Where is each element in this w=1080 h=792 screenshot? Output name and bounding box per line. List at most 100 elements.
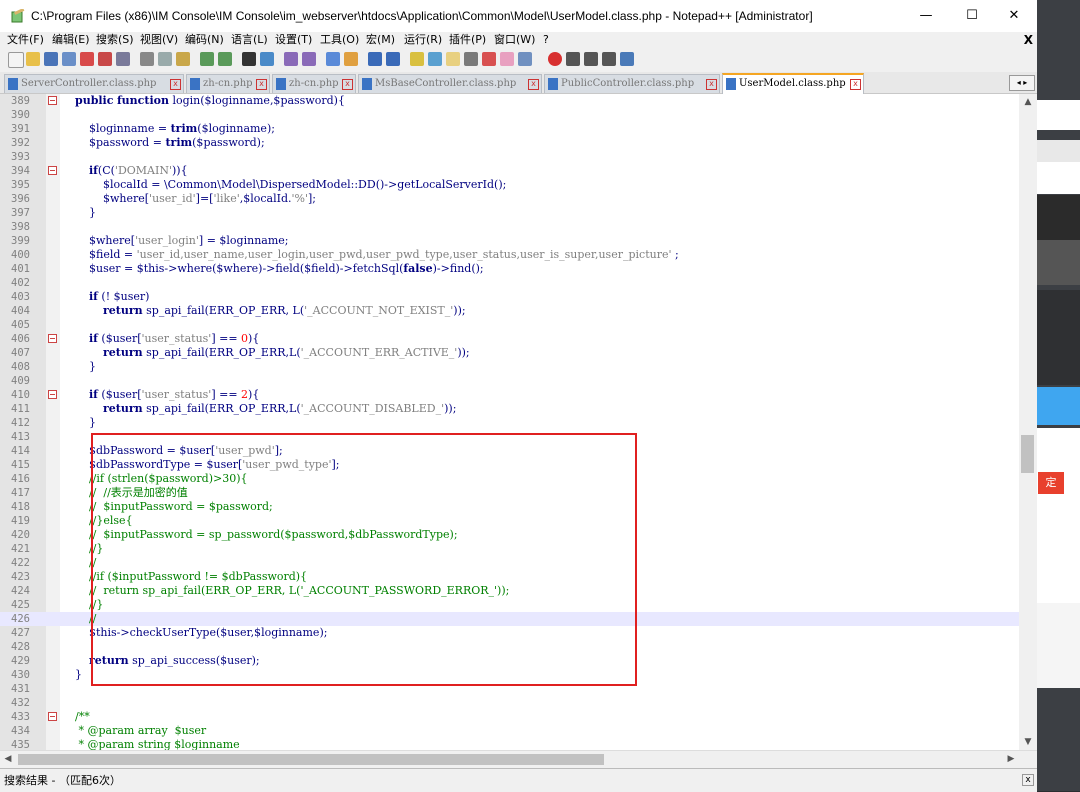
print-icon[interactable] xyxy=(116,52,130,66)
preview-icon[interactable] xyxy=(518,52,532,66)
close-file-icon[interactable] xyxy=(80,52,94,66)
code-line[interactable]: 434 * @param array $user xyxy=(0,724,1019,738)
code-line[interactable]: 420 // $inputPassword = sp_password($pas… xyxy=(0,528,1019,542)
monitoring-icon[interactable] xyxy=(500,52,514,66)
fold-toggle-icon[interactable] xyxy=(48,390,57,399)
menu-plugins[interactable]: 插件(P) xyxy=(449,32,486,48)
code-line[interactable]: 431 xyxy=(0,682,1019,696)
tab-scroll-arrows[interactable]: ◂ ▸ xyxy=(1009,75,1035,91)
tab-close-icon[interactable]: x xyxy=(170,79,181,90)
code-line[interactable]: 407 return sp_api_fail(ERR_OP_ERR,L('_AC… xyxy=(0,346,1019,360)
code-line[interactable]: 430 } xyxy=(0,668,1019,682)
minimize-button[interactable]: — xyxy=(903,0,949,32)
zoom-out-icon[interactable] xyxy=(302,52,316,66)
zoom-in-icon[interactable] xyxy=(284,52,298,66)
code-line[interactable]: 404 return sp_api_fail(ERR_OP_ERR, L('_A… xyxy=(0,304,1019,318)
menu-tools[interactable]: 工具(O) xyxy=(320,32,359,48)
save-icon[interactable] xyxy=(44,52,58,66)
horizontal-scrollbar[interactable]: ◀ ▶ xyxy=(0,750,1037,768)
menu-language[interactable]: 语言(L) xyxy=(231,32,268,48)
scroll-right-icon[interactable]: ▶ xyxy=(1003,751,1019,768)
scroll-up-icon[interactable]: ▲ xyxy=(1019,94,1037,110)
code-line[interactable]: 427 $this->checkUserType($user,$loginnam… xyxy=(0,626,1019,640)
menu-run[interactable]: 运行(R) xyxy=(404,32,442,48)
stop-macro-icon[interactable] xyxy=(566,52,580,66)
fold-toggle-icon[interactable] xyxy=(48,712,57,721)
code-line[interactable]: 417 // //表示是加密的值 xyxy=(0,486,1019,500)
sync-horizontal-icon[interactable] xyxy=(344,52,358,66)
fold-toggle-icon[interactable] xyxy=(48,166,57,175)
tab-zh-cn-2[interactable]: zh-cn.php x xyxy=(272,74,356,93)
indent-guide-icon[interactable] xyxy=(410,52,424,66)
code-line[interactable]: 422 // xyxy=(0,556,1019,570)
undo-icon[interactable] xyxy=(200,52,214,66)
menu-edit[interactable]: 编辑(E) xyxy=(52,32,90,48)
doc-map-icon[interactable] xyxy=(446,52,460,66)
code-line[interactable]: 401 $user = $this->where($where)->field(… xyxy=(0,262,1019,276)
code-line[interactable]: 397 } xyxy=(0,206,1019,220)
menu-view[interactable]: 视图(V) xyxy=(140,32,178,48)
code-line[interactable]: 413 xyxy=(0,430,1019,444)
new-file-icon[interactable] xyxy=(8,52,24,68)
code-line[interactable]: 425 //} xyxy=(0,598,1019,612)
tab-close-icon[interactable]: x xyxy=(528,79,539,90)
copy-icon[interactable] xyxy=(158,52,172,66)
paste-icon[interactable] xyxy=(176,52,190,66)
menu-help[interactable]: ? xyxy=(543,32,549,48)
language-icon[interactable] xyxy=(428,52,442,66)
horizontal-scroll-thumb[interactable] xyxy=(18,754,604,765)
menu-window[interactable]: 窗口(W) xyxy=(494,32,535,48)
cut-icon[interactable] xyxy=(140,52,154,66)
code-line[interactable]: 421 //} xyxy=(0,542,1019,556)
code-line[interactable]: 400 $field = 'user_id,user_name,user_log… xyxy=(0,248,1019,262)
open-file-icon[interactable] xyxy=(26,52,40,66)
code-line[interactable]: 424 // return sp_api_fail(ERR_OP_ERR, L(… xyxy=(0,584,1019,598)
code-line[interactable]: 410 if ($user['user_status'] == 2){ xyxy=(0,388,1019,402)
code-line[interactable]: 399 $where['user_login'] = $loginname; xyxy=(0,234,1019,248)
scroll-down-icon[interactable]: ▼ xyxy=(1019,734,1037,750)
tab-close-icon[interactable]: x xyxy=(342,79,353,90)
code-line[interactable]: 391 $loginname = trim($loginname); xyxy=(0,122,1019,136)
tab-usermodel[interactable]: UserModel.class.php x xyxy=(722,73,864,94)
code-line[interactable]: 408 } xyxy=(0,360,1019,374)
maximize-button[interactable]: ☐ xyxy=(949,0,995,32)
code-line[interactable]: 396 $where['user_id']=['like',$localId.'… xyxy=(0,192,1019,206)
code-line[interactable]: 392 $password = trim($password); xyxy=(0,136,1019,150)
save-macro-icon[interactable] xyxy=(620,52,634,66)
code-line[interactable]: 415 $dbPasswordType = $user['user_pwd_ty… xyxy=(0,458,1019,472)
redo-icon[interactable] xyxy=(218,52,232,66)
vertical-scrollbar[interactable]: ▲ ▼ xyxy=(1019,94,1037,750)
code-line[interactable]: 414 $dbPassword = $user['user_pwd']; xyxy=(0,444,1019,458)
code-line[interactable]: 433 /** xyxy=(0,710,1019,724)
code-line[interactable]: 406 if ($user['user_status'] == 0){ xyxy=(0,332,1019,346)
search-results-close-icon[interactable]: x xyxy=(1022,774,1034,786)
code-line[interactable]: 412 } xyxy=(0,416,1019,430)
menu-file[interactable]: 文件(F) xyxy=(7,32,44,48)
sync-scroll-icon[interactable] xyxy=(326,52,340,66)
code-line[interactable]: 423 //if ($inputPassword != $dbPassword)… xyxy=(0,570,1019,584)
save-all-icon[interactable] xyxy=(62,52,76,66)
tab-zh-cn-1[interactable]: zh-cn.php x xyxy=(186,74,270,93)
tab-msbasecontroller[interactable]: MsBaseController.class.php x xyxy=(358,74,542,93)
menu-settings[interactable]: 设置(T) xyxy=(275,32,312,48)
code-line[interactable]: 435 * @param string $loginname xyxy=(0,738,1019,750)
code-line[interactable]: 395 $localId = \Common\Model\DispersedMo… xyxy=(0,178,1019,192)
tab-publiccontroller[interactable]: PublicController.class.php x xyxy=(544,74,720,93)
code-line[interactable]: 393 xyxy=(0,150,1019,164)
tab-close-icon[interactable]: x xyxy=(850,79,861,90)
code-line[interactable]: 428 xyxy=(0,640,1019,654)
play-macro-icon[interactable] xyxy=(584,52,598,66)
code-line[interactable]: 416 //if (strlen($password)>30){ xyxy=(0,472,1019,486)
code-line[interactable]: 419 //}else{ xyxy=(0,514,1019,528)
folder-workspace-icon[interactable] xyxy=(482,52,496,66)
code-line[interactable]: 405 xyxy=(0,318,1019,332)
code-line[interactable]: 411 return sp_api_fail(ERR_OP_ERR,L('_AC… xyxy=(0,402,1019,416)
function-list-icon[interactable] xyxy=(464,52,478,66)
code-line[interactable]: 402 xyxy=(0,276,1019,290)
find-icon[interactable] xyxy=(242,52,256,66)
close-document-button[interactable]: X xyxy=(1024,32,1033,48)
code-line[interactable]: 398 xyxy=(0,220,1019,234)
menu-encoding[interactable]: 编码(N) xyxy=(185,32,224,48)
fold-toggle-icon[interactable] xyxy=(48,96,57,105)
code-line[interactable]: 429 return sp_api_success($user); xyxy=(0,654,1019,668)
